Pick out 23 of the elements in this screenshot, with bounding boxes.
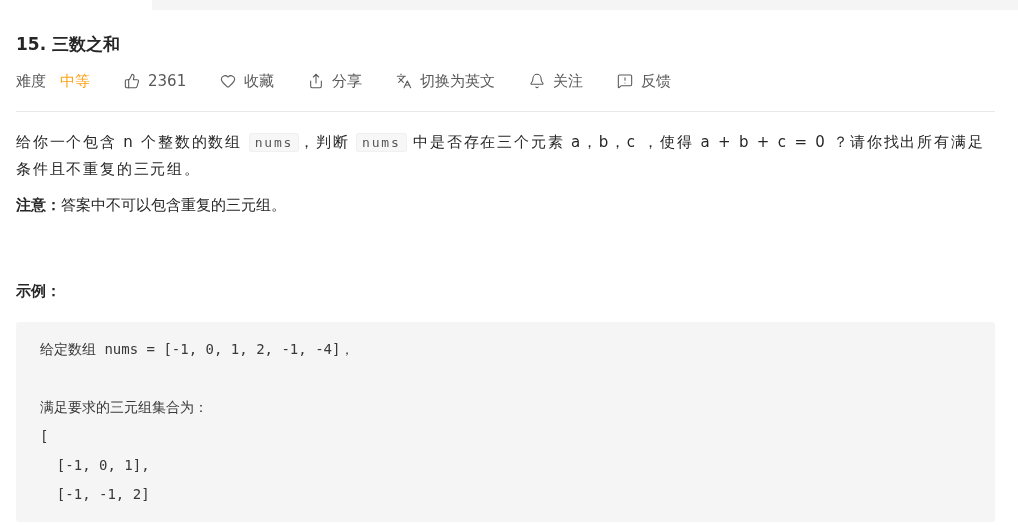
code-line: [-1, 0, 1],: [55, 456, 151, 475]
feedback-button[interactable]: 反馈: [617, 71, 672, 91]
like-button[interactable]: 2361: [124, 72, 187, 90]
heart-icon: [220, 73, 237, 89]
translate-icon: [396, 73, 413, 89]
code-line: 满足要求的三元组集合为：: [40, 398, 209, 417]
difficulty-value: 中等: [60, 71, 90, 91]
note-text: 注意：答案中不可以包含重复的三元组。: [16, 195, 287, 216]
share-button[interactable]: 分享: [308, 71, 363, 91]
difficulty-label: 难度: [16, 71, 46, 91]
message-alert-icon: [617, 73, 634, 89]
favorite-button[interactable]: 收藏: [220, 71, 275, 91]
problem-description: 给你一个包含 n 个整数的数组 nums ，判断 nums 中是否存在三个元素 a，b，c ，使得 a + b + c = 0 ？请你找出所有满足条件且不重复的三元组。: [16, 132, 986, 180]
problem-title: 15. 三数之和: [16, 33, 122, 56]
bell-icon: [529, 73, 546, 89]
code-line: [: [40, 427, 50, 446]
code-line: [-1, -1, 2]: [55, 485, 151, 504]
example-heading: 示例：: [16, 281, 62, 302]
translate-button[interactable]: 切换为英文: [396, 71, 496, 91]
thumbs-up-icon: [124, 73, 140, 89]
share-icon: [308, 73, 325, 89]
follow-button[interactable]: 关注: [529, 71, 584, 91]
code-line: 给定数组 nums = [-1, 0, 1, 2, -1, -4]，: [40, 340, 356, 359]
